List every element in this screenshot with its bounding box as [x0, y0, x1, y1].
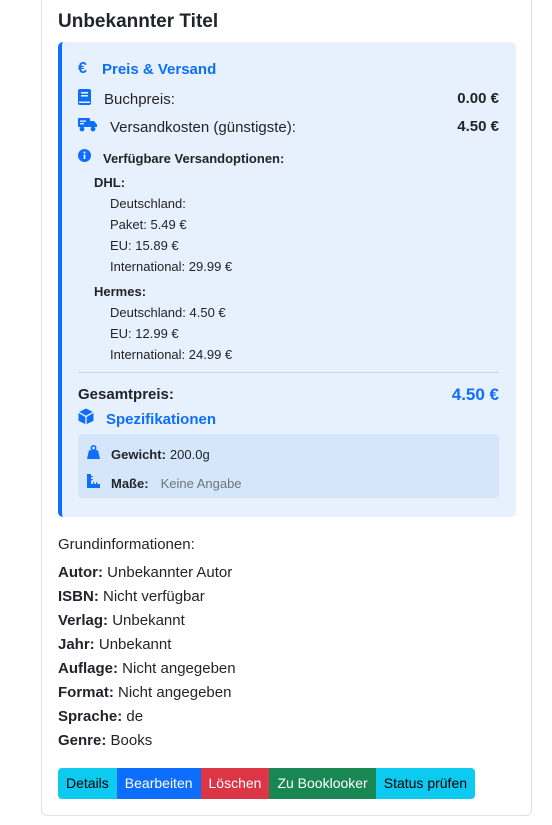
info-row-language: Sprache: de — [58, 708, 143, 725]
info-row-publisher: Verlag: Unbekannt — [58, 612, 185, 629]
carrier-hermes-line: International: 24.99 € — [110, 347, 233, 362]
info-label: Genre: — [58, 732, 107, 749]
info-value: de — [126, 708, 144, 725]
book-title: Unbekannter Titel — [58, 11, 219, 32]
weight-row: Gewicht: 200.0g — [87, 444, 210, 464]
dims-label: Maße: — [111, 476, 149, 491]
book-price-value: 0.00 € — [457, 90, 499, 107]
weight-icon — [87, 444, 111, 464]
book-price-row: Buchpreis: — [78, 89, 175, 110]
info-label: Auflage: — [58, 660, 118, 677]
delete-button[interactable]: Löschen — [200, 768, 270, 799]
specs-heading-row: Spezifikationen — [78, 408, 216, 430]
info-label: Format: — [58, 684, 114, 701]
info-value: Unbekannt — [98, 636, 172, 653]
details-button[interactable]: Details — [58, 768, 117, 799]
info-label: Autor: — [58, 564, 103, 581]
info-value: Nicht angegeben — [118, 684, 232, 701]
action-button-group: Details Bearbeiten Löschen Zu Booklooker… — [58, 768, 476, 799]
carrier-dhl-line: Deutschland: — [110, 196, 186, 211]
divider — [78, 372, 499, 373]
info-circle-icon — [78, 149, 103, 167]
info-row-format: Format: Nicht angegeben — [58, 684, 231, 701]
cube-icon — [78, 408, 106, 430]
carrier-dhl-line: International: 29.99 € — [110, 259, 233, 274]
info-value: Unbekannter Autor — [107, 564, 233, 581]
dims-value: Keine Angabe — [160, 476, 242, 491]
shipping-label: Versandkosten (günstigste): — [110, 118, 296, 136]
info-row-genre: Genre: Books — [58, 732, 152, 749]
check-status-button[interactable]: Status prüfen — [375, 768, 476, 799]
euro-icon: € — [78, 60, 87, 77]
shipping-row: Versandkosten (günstigste): — [78, 117, 296, 137]
total-value: 4.50 € — [451, 385, 499, 404]
carrier-dhl-name: DHL: — [94, 175, 126, 190]
info-row-year: Jahr: Unbekannt — [58, 636, 171, 653]
carrier-dhl-line: EU: 15.89 € — [110, 238, 179, 253]
booklooker-button[interactable]: Zu Booklooker — [269, 768, 376, 799]
info-label: Sprache: — [58, 708, 123, 725]
basic-info-heading: Grundinformationen: — [58, 536, 195, 553]
dims-row: Maße: Keine Angabe — [87, 474, 242, 493]
truck-icon — [78, 117, 110, 137]
info-value: Nicht angegeben — [122, 660, 236, 677]
info-row-edition: Auflage: Nicht angegeben — [58, 660, 236, 677]
info-value: Unbekannt — [112, 612, 185, 629]
info-value: Books — [110, 732, 153, 749]
carrier-hermes-name: Hermes: — [94, 284, 147, 299]
specs-heading: Spezifikationen — [106, 410, 217, 428]
price-heading: Preis & Versand — [102, 60, 217, 78]
weight-label: Gewicht: — [111, 447, 166, 462]
carrier-dhl-line: Paket: 5.49 € — [110, 217, 187, 232]
shipping-value: 4.50 € — [457, 118, 499, 135]
info-label: Verlag: — [58, 612, 109, 629]
info-label: Jahr: — [58, 636, 95, 653]
edit-button[interactable]: Bearbeiten — [116, 768, 201, 799]
book-icon — [78, 89, 104, 110]
total-label: Gesamtpreis: — [78, 386, 174, 403]
info-row-author: Autor: Unbekannter Autor — [58, 564, 232, 581]
info-label: ISBN: — [58, 588, 99, 605]
weight-value: 200.0g — [169, 447, 210, 462]
info-value: Nicht verfügbar — [103, 588, 205, 605]
book-price-label: Buchpreis: — [104, 91, 175, 108]
carrier-hermes-line: Deutschland: 4.50 € — [110, 305, 226, 320]
price-heading-row: € Preis & Versand — [78, 60, 216, 78]
shipping-options-heading: Verfügbare Versandoptionen: — [103, 150, 285, 166]
carrier-hermes-line: EU: 12.99 € — [110, 326, 179, 341]
ruler-icon — [87, 474, 111, 493]
info-row-isbn: ISBN: Nicht verfügbar — [58, 588, 205, 605]
shipping-options-heading-row: Verfügbare Versandoptionen: — [78, 149, 284, 167]
